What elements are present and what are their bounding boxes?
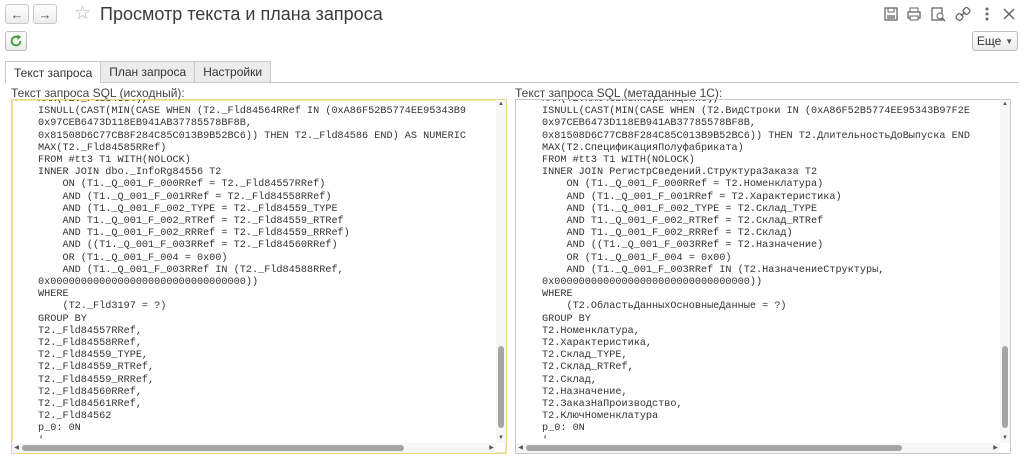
code-line: T2._Fld84562 (38, 411, 112, 423)
code-line: T2.Назначение, (542, 386, 628, 398)
scroll-left-icon[interactable]: ◀ (516, 443, 525, 453)
scroll-down-icon[interactable]: ▼ (1000, 434, 1010, 443)
code-line: WHERE (38, 289, 69, 301)
scroll-left-icon[interactable]: ◀ (12, 443, 21, 453)
code-line: T2.КлючНоменклатура (542, 411, 659, 423)
back-button[interactable]: ← (5, 4, 29, 24)
code-line: MAX(T2._Fld84585RRef) (38, 142, 167, 154)
tab-bar: Текст запроса План запроса Настройки (5, 61, 272, 83)
code-line: GROUP BY (542, 313, 591, 325)
refresh-icon (10, 34, 22, 47)
code-line: T2._Fld84559_RRRef, (38, 374, 155, 386)
scroll-thumb[interactable] (1002, 346, 1008, 428)
scroll-thumb-horizontal[interactable] (526, 445, 902, 451)
code-line: AND T1._Q_001_F_002_RTRef = T2._Fld84559… (38, 216, 344, 228)
horizontal-scrollbar[interactable]: ◀ ▶ (12, 443, 496, 453)
code-line: AND (T1._Q_001_F_001RRef = T2.Характерис… (542, 191, 842, 203)
tab-query-plan[interactable]: План запроса (100, 61, 196, 82)
scroll-thumb[interactable] (498, 346, 504, 428)
close-icon[interactable] (1000, 5, 1018, 23)
code-line: FROM #tt3 T1 WITH(NOLOCK) (542, 155, 695, 167)
code-line: AND T1._Q_001_F_002_RRRef = T2._Fld84559… (38, 228, 350, 240)
code-line: (T2._Fld3197 = ?) (38, 301, 167, 313)
refresh-button[interactable] (5, 31, 27, 51)
chevron-down-icon: ▼ (1005, 36, 1014, 46)
code-line: 0x00000000000000000000000000000000)) (38, 277, 259, 289)
code-line: 0x97CEB6473D118EB941AB37785578BF8B, (38, 118, 252, 130)
code-line: AND ((T1._Q_001_F_003RRef = T2.Назначени… (542, 240, 824, 252)
preview-icon[interactable] (929, 5, 947, 23)
vertical-scrollbar[interactable]: ▲ ▼ (1000, 100, 1010, 443)
code-line: ON (T1._Q_001_F_000RRef = T2.Номенклатур… (542, 179, 824, 191)
code-line: GROUP BY (38, 313, 87, 325)
scroll-up-icon[interactable]: ▲ (496, 100, 506, 109)
code-line: AND (T1._Q_001_F_002_TYPE = T2.Склад_TYP… (542, 203, 818, 215)
code-line: OR (T1._Q_001_F_004 = 0x00) (542, 252, 732, 264)
code-line: AND ((T1._Q_001_F_003RRef = T2._Fld84560… (38, 240, 338, 252)
code-line: 0x97CEB6473D118EB941AB37785578BF8B, (542, 118, 756, 130)
arrow-right-icon: → (38, 6, 52, 22)
more-button[interactable]: Еще ▼ (972, 31, 1018, 51)
code-line: AND T1._Q_001_F_002_RRRef = T2.Склад) (542, 228, 793, 240)
code-line: AND (T1._Q_001_F_003RRef IN (T2._Fld8458… (38, 264, 344, 276)
code-line: T2._Fld84557RRef, (38, 325, 142, 337)
scroll-right-icon[interactable]: ▶ (991, 443, 1000, 453)
save-icon[interactable] (882, 5, 900, 23)
code-line: p_0: 0N (542, 423, 585, 435)
source-sql-text: MAX(T2._Fld84584), ISNULL(CAST(MIN(CASE W… (38, 100, 466, 448)
code-line: T2.Склад_RTRef, (542, 362, 634, 374)
code-line: AND (T1._Q_001_F_003RRef IN (T2.Назначен… (542, 264, 885, 276)
code-line: T2.ЗаказНаПроизводство, (542, 399, 683, 411)
code-line: 0x81508D6C77CB8F284C85C013B9B52BC6)) THE… (542, 130, 970, 142)
code-line: ISNULL(CAST(MIN(CASE WHEN (T2.ВидСтроки … (542, 106, 970, 118)
source-sql-textarea[interactable]: MAX(T2._Fld84584), ISNULL(CAST(MIN(CASE W… (11, 99, 507, 454)
code-line: FROM #tt3 T1 WITH(NOLOCK) (38, 155, 191, 167)
metadata-sql-textarea[interactable]: MAX(T2.КлючСвязиПеремещение), ISNULL(CAST… (515, 99, 1011, 454)
scroll-thumb-horizontal[interactable] (22, 445, 404, 451)
print-icon[interactable] (905, 5, 923, 23)
more-label: Еще (976, 34, 1002, 48)
code-line: T2._Fld84561RRef, (38, 399, 142, 411)
code-line: INNER JOIN dbo._InfoRg84556 T2 (38, 167, 222, 179)
code-line: WHERE (542, 289, 573, 301)
code-line: AND (T1._Q_001_F_002_TYPE = T2._Fld84559… (38, 203, 338, 215)
code-line: T2._Fld84560RRef, (38, 386, 142, 398)
tab-query-text[interactable]: Текст запроса (5, 61, 102, 83)
code-line: (T2.ОбластьДанныхОсновныеДанные = ?) (542, 301, 787, 313)
more-vert-icon[interactable] (978, 5, 996, 23)
right-panel-label: Текст запроса SQL (метаданные 1С): (515, 86, 723, 100)
code-line: T2._Fld84558RRef, (38, 338, 142, 350)
horizontal-scrollbar[interactable]: ◀ ▶ (516, 443, 1000, 453)
code-line: T2.Склад, (542, 374, 598, 386)
code-line: T2._Fld84559_TYPE, (38, 350, 149, 362)
code-line: T2._Fld84559_RTRef, (38, 362, 155, 374)
scroll-up-icon[interactable]: ▲ (1000, 100, 1010, 109)
scroll-right-icon[interactable]: ▶ (487, 443, 496, 453)
metadata-sql-text: MAX(T2.КлючСвязиПеремещение), ISNULL(CAST… (542, 100, 970, 448)
link-icon[interactable] (954, 5, 972, 23)
code-line: INNER JOIN РегистрСведений.СтруктураЗака… (542, 167, 818, 179)
page-title: Просмотр текста и плана запроса (100, 4, 383, 24)
code-line: OR (T1._Q_001_F_004 = 0x00) (38, 252, 228, 264)
code-line: 0x81508D6C77CB8F284C85C013B9B52BC6)) THE… (38, 130, 466, 142)
code-line: T2.Склад_TYPE, (542, 350, 628, 362)
vertical-scrollbar[interactable]: ▲ ▼ (496, 100, 506, 443)
star-icon[interactable]: ☆ (74, 3, 91, 25)
code-line: AND T1._Q_001_F_002_RTRef = T2.Склад_RTR… (542, 216, 824, 228)
code-line: ON (T1._Q_001_F_000RRef = T2._Fld84557RR… (38, 179, 326, 191)
tab-divider (5, 82, 1019, 83)
code-line: AND (T1._Q_001_F_001RRef = T2._Fld84558R… (38, 191, 332, 203)
tab-settings[interactable]: Настройки (194, 61, 272, 82)
scroll-down-icon[interactable]: ▼ (496, 434, 506, 443)
code-line: ISNULL(CAST(MIN(CASE WHEN (T2._Fld84564R… (38, 106, 466, 118)
arrow-left-icon: ← (10, 6, 24, 22)
code-line: T2.Номенклатура, (542, 325, 640, 337)
code-line: p_0: 0N (38, 423, 81, 435)
code-line: MAX(T2.СпецификацияПолуфабриката) (542, 142, 744, 154)
forward-button[interactable]: → (33, 4, 57, 24)
code-line: 0x00000000000000000000000000000000)) (542, 277, 763, 289)
left-panel-label: Текст запроса SQL (исходный): (11, 86, 185, 100)
code-line: T2.Характеристика, (542, 338, 653, 350)
title-bar: ← → ☆ Просмотр текста и плана запроса (0, 0, 1024, 30)
